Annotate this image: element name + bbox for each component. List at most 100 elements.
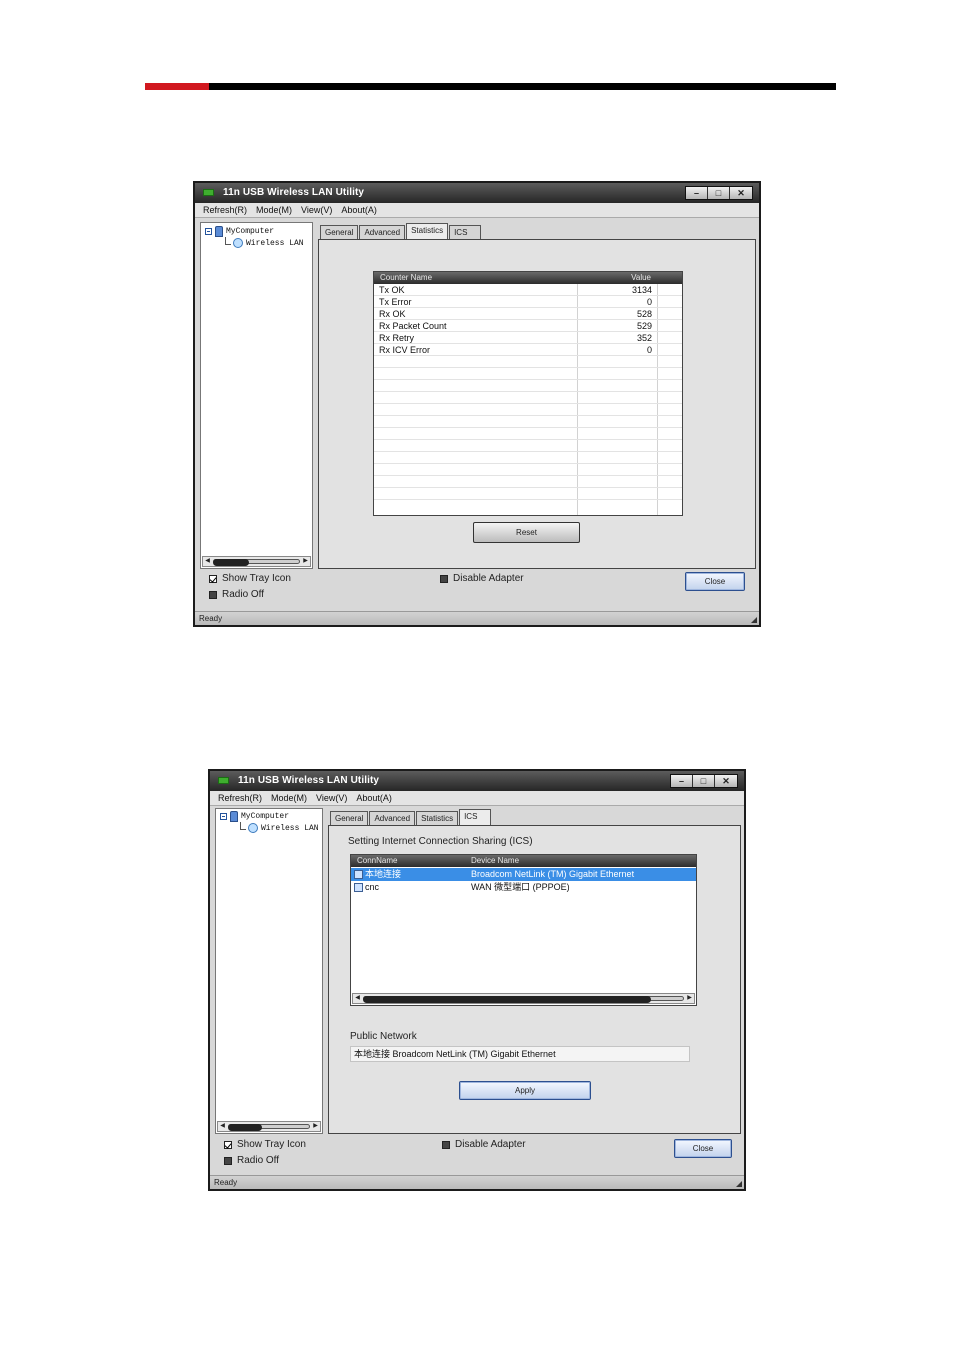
table-row[interactable]: Rx OK 528 (374, 308, 682, 320)
scroll-track[interactable] (228, 1124, 310, 1131)
app-icon (203, 189, 214, 196)
ics-heading: Setting Internet Connection Sharing (ICS… (348, 836, 533, 847)
table-row-selected[interactable]: 本地连接 Broadcom NetLink (TM) Gigabit Ether… (351, 868, 696, 881)
resize-grip-icon[interactable] (751, 617, 757, 623)
tab-general[interactable]: General (330, 811, 369, 825)
collapse-icon[interactable] (220, 813, 227, 820)
menu-mode[interactable]: Mode(M) (256, 205, 292, 215)
title-bar[interactable]: 11n USB Wireless LAN Utility – □ ✕ (210, 771, 744, 791)
table-row[interactable]: Tx OK 3134 (374, 284, 682, 296)
scroll-track[interactable] (363, 996, 684, 1003)
ics-horizontal-scrollbar[interactable]: ◀ ▶ (352, 993, 695, 1004)
column-counter-name[interactable]: Counter Name (380, 272, 432, 284)
checkbox-icon[interactable] (440, 574, 448, 583)
scroll-thumb[interactable] (363, 996, 651, 1003)
counter-name: Rx Packet Count (379, 321, 447, 331)
minimize-button[interactable]: – (686, 187, 708, 199)
scroll-left-arrow-icon[interactable]: ◀ (203, 557, 212, 566)
scroll-left-arrow-icon[interactable]: ◀ (353, 994, 362, 1003)
empty-row (374, 368, 682, 380)
table-row[interactable]: Tx Error 0 (374, 296, 682, 308)
statistics-panel: Counter Name Value Tx OK 3134 Tx Error 0… (318, 239, 756, 569)
disable-adapter-checkbox[interactable]: Disable Adapter (440, 573, 524, 584)
tree-node-wireless-lan[interactable]: Wireless LAN (233, 238, 304, 248)
close-window-button[interactable]: ✕ (715, 775, 737, 787)
tab-advanced[interactable]: Advanced (359, 225, 406, 239)
empty-row (374, 428, 682, 440)
reset-button[interactable]: Reset (473, 522, 580, 543)
minimize-button[interactable]: – (671, 775, 693, 787)
scroll-right-arrow-icon[interactable]: ▶ (301, 557, 310, 566)
public-network-field[interactable]: 本地连接 Broadcom NetLink (TM) Gigabit Ether… (350, 1046, 690, 1062)
tab-statistics[interactable]: Statistics (416, 811, 459, 825)
menu-about[interactable]: About(A) (341, 205, 377, 215)
column-value[interactable]: Value (631, 272, 651, 284)
scroll-right-arrow-icon[interactable]: ▶ (311, 1122, 320, 1131)
menu-bar: Refresh(R) Mode(M) View(V) About(A) (195, 203, 759, 218)
tab-ics[interactable]: ICS (449, 225, 482, 239)
checkbox-checked-icon[interactable] (224, 1140, 232, 1149)
close-button[interactable]: Close (674, 1139, 732, 1158)
menu-about[interactable]: About(A) (356, 793, 392, 803)
radio-off-checkbox[interactable]: Radio Off (224, 1155, 279, 1166)
scroll-track[interactable] (213, 559, 300, 566)
table-row[interactable]: Rx Packet Count 529 (374, 320, 682, 332)
statistics-table[interactable]: Counter Name Value Tx OK 3134 Tx Error 0… (373, 271, 683, 516)
apply-button[interactable]: Apply (459, 1081, 591, 1100)
checkbox-checked-icon[interactable] (209, 574, 217, 583)
column-connname[interactable]: ConnName (357, 855, 397, 867)
public-network-label: Public Network (350, 1031, 417, 1042)
tree-node-mycomputer[interactable]: MyComputer (220, 811, 289, 822)
collapse-icon[interactable] (205, 228, 212, 235)
checkbox-icon[interactable] (209, 590, 217, 599)
device-name: WAN 微型端口 (PPPOE) (471, 882, 570, 892)
menu-mode[interactable]: Mode(M) (271, 793, 307, 803)
ics-panel: Setting Internet Connection Sharing (ICS… (328, 825, 741, 1134)
close-window-button[interactable]: ✕ (730, 187, 752, 199)
tab-advanced[interactable]: Advanced (369, 811, 416, 825)
menu-refresh[interactable]: Refresh(R) (218, 793, 262, 803)
title-bar[interactable]: 11n USB Wireless LAN Utility – □ ✕ (195, 183, 759, 203)
show-tray-icon-checkbox[interactable]: Show Tray Icon (224, 1139, 306, 1150)
tab-strip: General Advanced Statistics ICS (320, 223, 482, 239)
radio-off-checkbox[interactable]: Radio Off (209, 589, 264, 600)
close-button[interactable]: Close (685, 572, 745, 591)
tree-horizontal-scrollbar[interactable]: ◀ ▶ (202, 556, 311, 567)
resize-grip-icon[interactable] (736, 1181, 742, 1187)
show-tray-icon-label: Show Tray Icon (222, 573, 291, 584)
maximize-button[interactable]: □ (708, 187, 730, 199)
counter-name: Tx Error (379, 297, 412, 307)
show-tray-icon-checkbox[interactable]: Show Tray Icon (209, 573, 291, 584)
menu-refresh[interactable]: Refresh(R) (203, 205, 247, 215)
tree-node-wireless-lan-label: Wireless LAN (246, 238, 304, 248)
table-row[interactable]: Rx Retry 352 (374, 332, 682, 344)
column-device-name[interactable]: Device Name (471, 855, 519, 867)
checkbox-icon[interactable] (224, 1156, 232, 1165)
menu-view[interactable]: View(V) (316, 793, 347, 803)
menu-view[interactable]: View(V) (301, 205, 332, 215)
conn-name: 本地连接 (354, 868, 401, 880)
ics-connection-table[interactable]: ConnName Device Name 本地连接 Broadcom NetLi… (350, 854, 697, 1006)
table-row[interactable]: Rx ICV Error 0 (374, 344, 682, 356)
empty-row (374, 392, 682, 404)
scroll-right-arrow-icon[interactable]: ▶ (685, 994, 694, 1003)
tab-statistics[interactable]: Statistics (406, 223, 449, 239)
tree-node-wireless-lan[interactable]: Wireless LAN (248, 823, 319, 833)
scroll-left-arrow-icon[interactable]: ◀ (218, 1122, 227, 1131)
maximize-button[interactable]: □ (693, 775, 715, 787)
tree-horizontal-scrollbar[interactable]: ◀ ▶ (217, 1121, 321, 1132)
scroll-thumb[interactable] (228, 1124, 262, 1131)
tab-general[interactable]: General (320, 225, 359, 239)
disable-adapter-checkbox[interactable]: Disable Adapter (442, 1139, 526, 1150)
checkbox-icon[interactable] (442, 1140, 450, 1149)
status-bar: Ready (210, 1175, 744, 1189)
tab-ics[interactable]: ICS (459, 809, 492, 825)
tree-node-mycomputer[interactable]: MyComputer (205, 226, 274, 237)
scroll-thumb[interactable] (213, 559, 249, 566)
table-row[interactable]: cnc WAN 微型端口 (PPPOE) (351, 881, 696, 893)
menu-bar: Refresh(R) Mode(M) View(V) About(A) (210, 791, 744, 806)
empty-row (374, 404, 682, 416)
radio-off-label: Radio Off (222, 589, 265, 600)
header-rule-black-segment (209, 83, 836, 90)
header-rule (145, 83, 836, 90)
